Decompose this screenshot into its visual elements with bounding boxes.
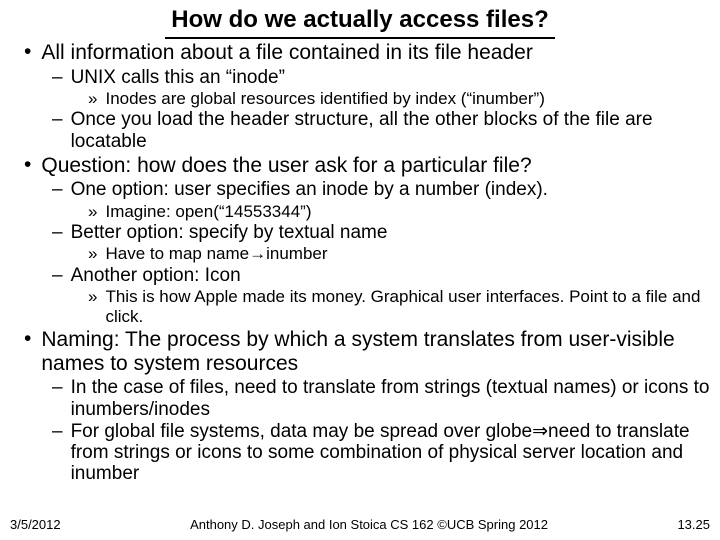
footer-page: 13.25 [677,517,710,532]
footer-date: 3/5/2012 [10,517,61,532]
bullet-l2: In the case of files, need to translate … [52,377,710,420]
text: This is how Apple made its money. Graphi… [105,287,710,326]
bullet-l2: Another option: Icon [52,265,710,286]
slide: How do we actually access files? All inf… [0,0,720,540]
text: Naming: The process by which a system tr… [41,328,710,375]
bullet-l3: Inodes are global resources identified b… [88,89,710,109]
bullet-l1: Naming: The process by which a system tr… [24,328,710,375]
bullet-l1: Question: how does the user ask for a pa… [24,154,710,178]
bullet-l2: One option: user specifies an inode by a… [52,179,710,200]
bullet-l3: Imagine: open(“14553344”) [88,202,710,222]
bullet-l3: This is how Apple made its money. Graphi… [88,287,710,326]
bullet-list: All information about a file contained i… [24,41,710,65]
text: For global file systems, data may be spr… [71,421,710,485]
text: One option: user specifies an inode by a… [71,179,548,200]
footer: 3/5/2012 Anthony D. Joseph and Ion Stoic… [10,517,710,532]
text: All information about a file contained i… [41,41,532,65]
bullet-l3: Have to map name→inumber [88,244,710,264]
bullet-l2: UNIX calls this an “inode” [52,67,710,88]
text: UNIX calls this an “inode” [71,67,285,88]
text: Better option: specify by textual name [71,222,388,243]
text: Inodes are global resources identified b… [105,89,544,109]
bullet-l2: Once you load the header structure, all … [52,109,710,152]
slide-title: How do we actually access files? [165,6,554,39]
text: In the case of files, need to translate … [71,377,710,420]
text: Once you load the header structure, all … [71,109,710,152]
bullet-l1: All information about a file contained i… [24,41,710,65]
title-wrap: How do we actually access files? [10,6,710,39]
text: Imagine: open(“14553344”) [105,202,311,222]
text: Question: how does the user ask for a pa… [41,154,531,178]
footer-credit: Anthony D. Joseph and Ion Stoica CS 162 … [61,517,678,532]
bullet-l2: For global file systems, data may be spr… [52,421,710,485]
text: Have to map name→inumber [105,244,327,264]
text: Another option: Icon [71,265,241,286]
bullet-l2: Better option: specify by textual name [52,222,710,243]
